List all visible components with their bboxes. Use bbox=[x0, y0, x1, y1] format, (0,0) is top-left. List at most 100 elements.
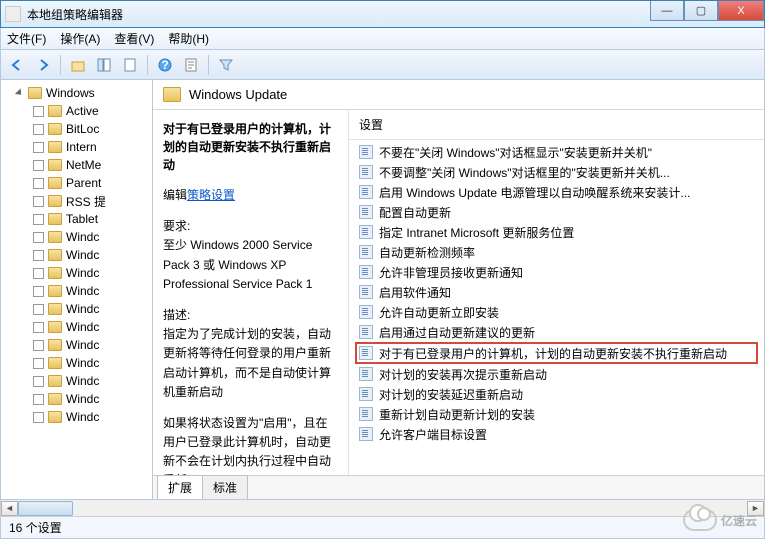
settings-list[interactable]: 不要在"关闭 Windows"对话框显示"安装更新并关机"不要调整"关闭 Win… bbox=[349, 140, 764, 475]
tab-extended[interactable]: 扩展 bbox=[157, 475, 203, 499]
description-label: 描述: bbox=[163, 308, 190, 322]
setting-item[interactable]: 配置自动更新 bbox=[355, 202, 758, 222]
expand-icon[interactable] bbox=[33, 268, 44, 279]
tree-node[interactable]: NetMe bbox=[5, 156, 152, 174]
expand-icon[interactable] bbox=[33, 214, 44, 225]
horizontal-scrollbar[interactable]: ◄ ► bbox=[0, 500, 765, 517]
filter-button[interactable] bbox=[214, 53, 238, 77]
tree-node[interactable]: Windc bbox=[5, 264, 152, 282]
menu-file[interactable]: 文件(F) bbox=[7, 30, 46, 47]
scroll-left-button[interactable]: ◄ bbox=[1, 501, 18, 516]
help-button[interactable]: ? bbox=[153, 53, 177, 77]
expand-icon[interactable] bbox=[33, 340, 44, 351]
tree-node[interactable]: Parent bbox=[5, 174, 152, 192]
setting-item[interactable]: 启用通过自动更新建议的更新 bbox=[355, 322, 758, 342]
expand-icon[interactable] bbox=[33, 412, 44, 423]
setting-item[interactable]: 不要调整"关闭 Windows"对话框里的"安装更新并关机... bbox=[355, 162, 758, 182]
status-count: 16 个设置 bbox=[9, 519, 62, 536]
tree-node-label: Tablet bbox=[66, 212, 98, 226]
expand-icon[interactable] bbox=[33, 322, 44, 333]
setting-item[interactable]: 允许客户端目标设置 bbox=[355, 424, 758, 444]
properties-button[interactable] bbox=[118, 53, 142, 77]
expand-icon[interactable] bbox=[33, 196, 44, 207]
tree-node-label: Windc bbox=[66, 356, 99, 370]
setting-item[interactable]: 启用 Windows Update 电源管理以自动唤醒系统来安装计... bbox=[355, 182, 758, 202]
setting-item[interactable]: 启用软件通知 bbox=[355, 282, 758, 302]
expand-icon[interactable] bbox=[33, 142, 44, 153]
folder-icon bbox=[48, 213, 62, 225]
setting-item[interactable]: 允许自动更新立即安装 bbox=[355, 302, 758, 322]
setting-item[interactable]: 对于有已登录用户的计算机，计划的自动更新安装不执行重新启动 bbox=[355, 342, 758, 364]
close-button[interactable]: X bbox=[718, 1, 764, 21]
tree-node[interactable]: Windc bbox=[5, 372, 152, 390]
setting-item[interactable]: 重新计划自动更新计划的安装 bbox=[355, 404, 758, 424]
scroll-thumb[interactable] bbox=[18, 501, 73, 516]
menu-action[interactable]: 操作(A) bbox=[60, 30, 100, 47]
export-button[interactable] bbox=[179, 53, 203, 77]
policy-icon bbox=[359, 367, 373, 381]
policy-icon bbox=[359, 185, 373, 199]
setting-item[interactable]: 对计划的安装延迟重新启动 bbox=[355, 384, 758, 404]
title-bar: 本地组策略编辑器 — ▢ X bbox=[0, 0, 765, 28]
up-button[interactable] bbox=[66, 53, 90, 77]
expand-icon[interactable] bbox=[33, 358, 44, 369]
tree-node[interactable]: Tablet bbox=[5, 210, 152, 228]
tree-node[interactable]: Windc bbox=[5, 336, 152, 354]
description-text: 指定为了完成计划的安装，自动更新将等待任何登录的用户重新启动计算机，而不是自动使… bbox=[163, 327, 331, 399]
edit-policy-link[interactable]: 策略设置 bbox=[187, 188, 235, 202]
expand-icon[interactable] bbox=[33, 376, 44, 387]
tree-node[interactable]: Windc bbox=[5, 228, 152, 246]
tree-pane[interactable]: Windows Active BitLoc Intern NetMe ParentRSS… bbox=[1, 80, 153, 499]
tree-node-label: Intern bbox=[66, 140, 97, 154]
nav-forward-button[interactable] bbox=[31, 53, 55, 77]
tree-node-label: Windc bbox=[66, 320, 99, 334]
setting-item[interactable]: 允许非管理员接收更新通知 bbox=[355, 262, 758, 282]
policy-icon bbox=[359, 305, 373, 319]
policy-icon bbox=[359, 407, 373, 421]
menu-view[interactable]: 查看(V) bbox=[114, 30, 154, 47]
nav-back-button[interactable] bbox=[5, 53, 29, 77]
scroll-track[interactable] bbox=[18, 501, 747, 516]
tree-node-label: NetMe bbox=[66, 158, 101, 172]
show-tree-button[interactable] bbox=[92, 53, 116, 77]
setting-label: 自动更新检测频率 bbox=[379, 244, 475, 261]
expand-icon[interactable] bbox=[33, 250, 44, 261]
tree-node[interactable]: BitLoc bbox=[5, 120, 152, 138]
tree-node-windows[interactable]: Windows bbox=[5, 84, 152, 102]
expand-icon[interactable] bbox=[33, 106, 44, 117]
tree-node[interactable]: Windc bbox=[5, 408, 152, 426]
tree-node[interactable]: Windc bbox=[5, 300, 152, 318]
expand-icon[interactable] bbox=[33, 160, 44, 171]
settings-column-header[interactable]: 设置 bbox=[349, 110, 764, 140]
tree-node-label: BitLoc bbox=[66, 122, 99, 136]
folder-icon bbox=[48, 267, 62, 279]
setting-label: 允许客户端目标设置 bbox=[379, 426, 487, 443]
tree-node[interactable]: Intern bbox=[5, 138, 152, 156]
expand-icon[interactable] bbox=[33, 286, 44, 297]
tree-node[interactable]: Windc bbox=[5, 390, 152, 408]
setting-label: 启用通过自动更新建议的更新 bbox=[379, 324, 535, 341]
menu-help[interactable]: 帮助(H) bbox=[168, 30, 209, 47]
policy-icon bbox=[359, 165, 373, 179]
setting-item[interactable]: 自动更新检测频率 bbox=[355, 242, 758, 262]
expand-icon[interactable] bbox=[33, 304, 44, 315]
expand-icon[interactable] bbox=[33, 124, 44, 135]
tree-node[interactable]: Active bbox=[5, 102, 152, 120]
tree-node[interactable]: Windc bbox=[5, 354, 152, 372]
setting-item[interactable]: 指定 Intranet Microsoft 更新服务位置 bbox=[355, 222, 758, 242]
tree-node[interactable]: Windc bbox=[5, 246, 152, 264]
maximize-button[interactable]: ▢ bbox=[684, 1, 718, 21]
setting-item[interactable]: 对计划的安装再次提示重新启动 bbox=[355, 364, 758, 384]
policy-icon bbox=[359, 285, 373, 299]
tree-node[interactable]: RSS 提 bbox=[5, 192, 152, 210]
expand-icon[interactable] bbox=[33, 178, 44, 189]
minimize-button[interactable]: — bbox=[650, 1, 684, 21]
tree-node[interactable]: Windc bbox=[5, 318, 152, 336]
setting-item[interactable]: 不要在"关闭 Windows"对话框显示"安装更新并关机" bbox=[355, 142, 758, 162]
folder-icon bbox=[48, 231, 62, 243]
tab-standard[interactable]: 标准 bbox=[202, 475, 248, 499]
watermark: 亿速云 bbox=[683, 509, 757, 531]
expand-icon[interactable] bbox=[33, 232, 44, 243]
expand-icon[interactable] bbox=[33, 394, 44, 405]
tree-node[interactable]: Windc bbox=[5, 282, 152, 300]
